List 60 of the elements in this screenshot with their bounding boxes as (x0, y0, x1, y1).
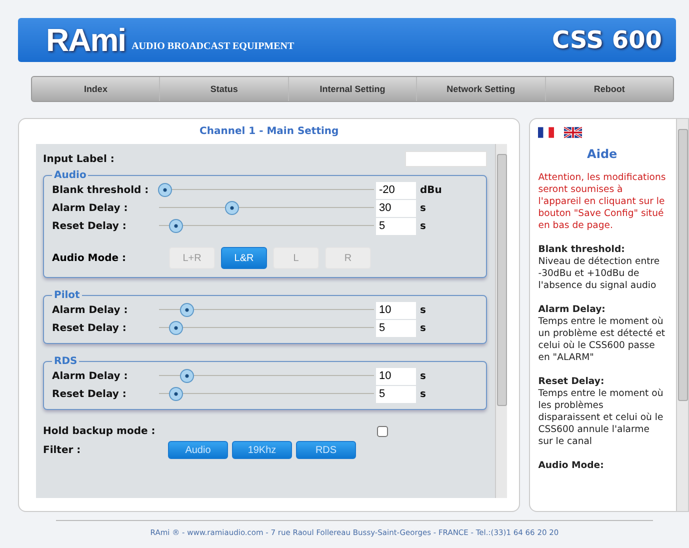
group-legend: RDS (52, 356, 80, 367)
field-label: Filter : (43, 444, 82, 456)
scrollbar[interactable] (495, 144, 507, 498)
slider-thumb[interactable] (169, 219, 184, 233)
value-field[interactable]: 10 (376, 368, 416, 384)
help-text: Niveau de détection entre -30dBu et +10dBu de l'absence du signal audio (538, 256, 661, 292)
field-label: Reset Delay : (52, 220, 128, 232)
help-text: Temps entre le moment où les problèmes disparaissent et celui où le CSS600 annule l'alarme sur le canal (538, 388, 664, 448)
field-label: Audio Mode : (52, 252, 128, 264)
slider-thumb[interactable] (180, 303, 194, 317)
british-flag-icon[interactable] (564, 127, 582, 138)
unit-label: s (420, 202, 426, 214)
mode-button[interactable]: L&R (221, 247, 267, 269)
input-field[interactable] (405, 151, 487, 167)
help-heading: Blank threshold: (538, 244, 626, 256)
field-label: Alarm Delay : (52, 202, 129, 214)
help-text: Temps entre le moment où un problème est détecté et celui où le CSS600 passe en "ALARM" (538, 316, 666, 364)
unit-label: s (420, 370, 426, 382)
group-legend: Audio (52, 170, 88, 181)
field-label: Blank threshold : (52, 184, 150, 196)
field-label: Alarm Delay : (52, 370, 129, 382)
value-field[interactable]: 5 (376, 386, 416, 402)
nav-item[interactable]: Network Setting (417, 77, 546, 101)
scrollbar[interactable] (676, 119, 688, 511)
help-title: Aide (586, 148, 618, 160)
unit-label: s (420, 388, 426, 400)
panel-title: Channel 1 - Main Setting (198, 126, 340, 137)
french-flag-icon[interactable] (538, 127, 554, 138)
value-field[interactable]: 30 (376, 200, 416, 216)
nav-item[interactable]: Internal Setting (288, 77, 418, 101)
help-heading: Audio Mode: (538, 460, 605, 472)
value-field[interactable]: 10 (376, 302, 416, 318)
unit-label: s (420, 322, 426, 334)
nav-item[interactable]: Reboot (546, 77, 674, 101)
field-label: Alarm Delay : (52, 304, 129, 316)
model-name: CSS 600 (552, 26, 662, 54)
field-label: Reset Delay : (52, 322, 128, 334)
group-legend: Pilot (52, 290, 82, 301)
slider-thumb[interactable] (225, 201, 240, 215)
field-label: Input Label : (43, 154, 116, 164)
unit-label: s (420, 220, 426, 232)
help-heading: Alarm Delay: (538, 304, 606, 316)
warning-text: Attention, les modifications seront soumises à l'appareil en cliquant sur le bouton "Save Config" situé en bas de page. (538, 172, 666, 232)
value-field[interactable]: 5 (376, 320, 416, 336)
unit-label: s (420, 304, 426, 316)
field-label: Reset Delay : (52, 388, 128, 400)
slider-thumb[interactable] (169, 387, 184, 401)
nav-item[interactable]: Status (160, 77, 289, 101)
nav-item[interactable]: Index (32, 77, 160, 101)
slider-thumb[interactable] (158, 183, 172, 197)
tagline: AUDIO BROADCAST EQUIPMENT (132, 40, 294, 52)
unit-label: dBu (420, 184, 442, 196)
value-field[interactable]: 5 (376, 218, 416, 234)
slider-thumb[interactable] (180, 369, 194, 383)
slider-thumb[interactable] (169, 321, 184, 335)
help-heading: Reset Delay: (538, 376, 606, 388)
logo: RAmi (46, 22, 126, 58)
value-field[interactable]: -20 (376, 182, 416, 198)
checkbox[interactable] (377, 426, 388, 436)
field-label: Hold backup mode : (43, 426, 156, 436)
